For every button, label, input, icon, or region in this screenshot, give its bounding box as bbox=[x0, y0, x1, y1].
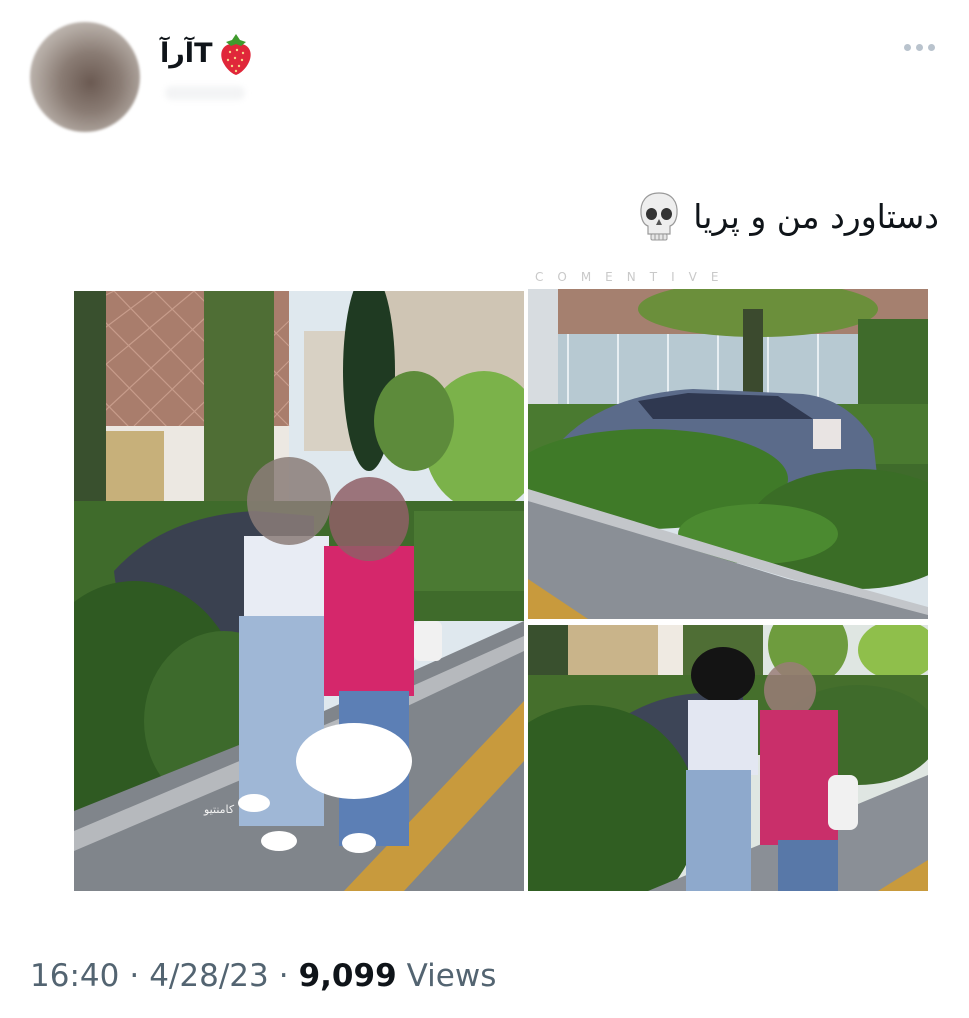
meta-separator: · bbox=[278, 958, 289, 994]
media-watermark: COMENTIVE bbox=[535, 270, 733, 284]
views-label: Views bbox=[406, 958, 497, 994]
tweet-meta: 16:40 · 4/28/23 · 9,099 Views bbox=[30, 958, 496, 994]
tweet-text: دستاورد من و پریا bbox=[693, 196, 939, 236]
more-icon bbox=[904, 44, 911, 51]
photo-2[interactable] bbox=[528, 289, 928, 619]
avatar[interactable] bbox=[30, 22, 140, 132]
strawberry-icon bbox=[221, 34, 252, 75]
tweet-text-row: دستاورد من و پریا bbox=[637, 190, 939, 242]
handle-redacted bbox=[165, 86, 245, 100]
photo-3[interactable] bbox=[528, 625, 928, 891]
skull-icon bbox=[640, 192, 678, 241]
photo-3-image bbox=[528, 625, 928, 891]
photo-1[interactable]: کامنتیو bbox=[74, 291, 524, 891]
photo-2-image bbox=[528, 289, 928, 619]
more-icon-dot bbox=[916, 44, 923, 51]
meta-separator: · bbox=[129, 958, 140, 994]
tweet-date[interactable]: 4/28/23 bbox=[149, 958, 269, 994]
more-icon-dot bbox=[928, 44, 935, 51]
display-name[interactable]: آرآT bbox=[160, 38, 212, 69]
photo-watermark: کامنتیو bbox=[204, 803, 235, 816]
author-name-row[interactable]: آرآT bbox=[160, 30, 256, 76]
views-count: 9,099 bbox=[298, 958, 397, 994]
tweet-time[interactable]: 16:40 bbox=[30, 958, 119, 994]
more-options-button[interactable] bbox=[904, 44, 935, 51]
photo-1-image bbox=[74, 291, 524, 891]
